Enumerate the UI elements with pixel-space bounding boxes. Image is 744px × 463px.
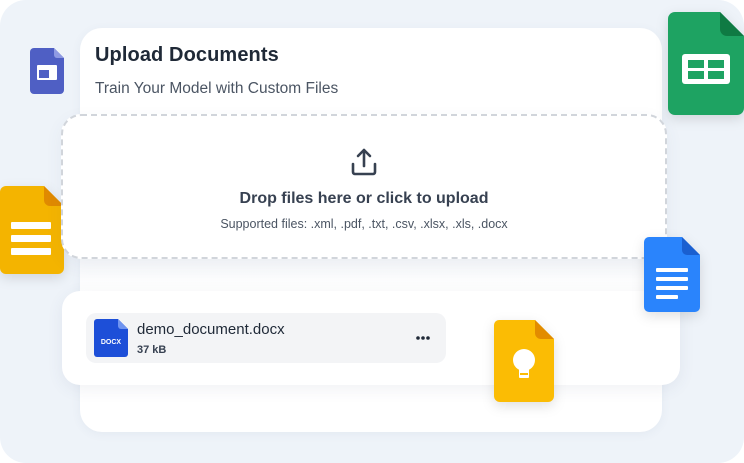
file-list-item[interactable]: DOCX demo_document.docx 37 kB [86,313,446,363]
supported-files-hint: Supported files: .xml, .pdf, .txt, .csv,… [220,217,508,231]
docx-file-icon [94,319,128,357]
dropzone-title: Drop files here or click to upload [239,190,489,207]
file-dropzone[interactable]: Drop files here or click to upload Suppo… [61,114,667,259]
google-docs-icon [644,237,700,312]
page-subtitle: Train Your Model with Custom Files [95,80,339,97]
google-sheets-icon [668,12,744,115]
docx-badge: DOCX [100,339,122,346]
google-sites-icon [30,48,64,94]
file-size: 37 kB [137,344,167,356]
file-more-button[interactable] [408,327,438,349]
file-name: demo_document.docx [137,321,285,338]
upload-icon [351,148,377,176]
page-title: Upload Documents [95,44,279,66]
more-horizontal-icon [416,336,430,340]
google-slides-icon [0,186,64,274]
google-keep-icon [494,320,554,402]
